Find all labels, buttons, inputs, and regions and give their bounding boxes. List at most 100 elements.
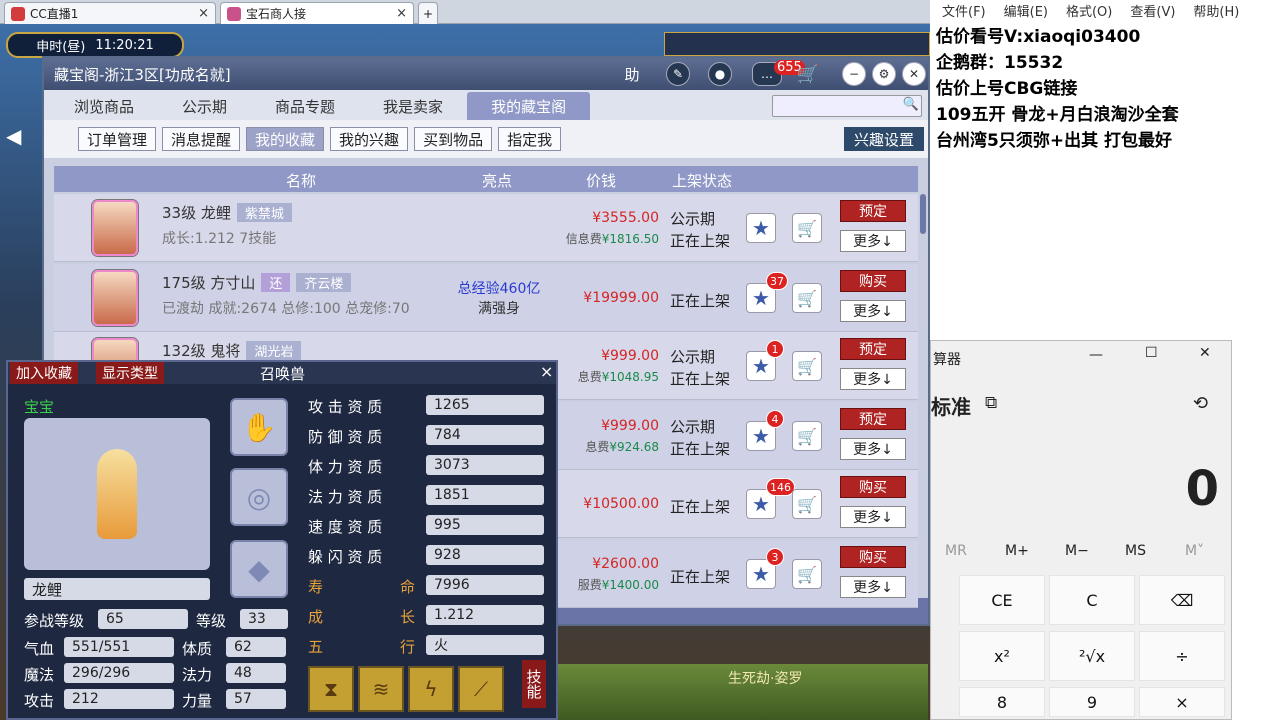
- more-button[interactable]: 更多↓: [840, 506, 906, 528]
- calc-key-divide[interactable]: ÷: [1139, 631, 1225, 681]
- equipment-slot-icon[interactable]: ✋: [230, 398, 288, 456]
- listing-fee: 息费¥1048.95: [549, 368, 659, 385]
- pet-figure: [97, 449, 137, 539]
- menu-format[interactable]: 格式(O): [1066, 1, 1112, 20]
- close-button[interactable]: ✕: [1199, 345, 1211, 361]
- listing-server-tag: 湖光岩: [246, 341, 302, 360]
- menu-view[interactable]: 查看(V): [1130, 1, 1175, 20]
- close-icon[interactable]: ×: [396, 6, 407, 21]
- listing-row[interactable]: 33级 龙鲤 紫禁城 成长:1.212 7技能 ¥3555.00 信息费¥1816.50…: [54, 194, 918, 262]
- new-tab-button[interactable]: +: [418, 2, 438, 24]
- minimize-button[interactable]: —: [1089, 347, 1103, 363]
- add-favorite-button[interactable]: 加入收藏: [10, 362, 78, 384]
- listing-details: 成长:1.212 7技能: [162, 231, 277, 247]
- skill-beast-icon[interactable]: ≋: [358, 666, 404, 712]
- listing-row[interactable]: 175级 方寸山还齐云楼 已渡劫 成就:2674 总修:100 总宠修:70 总经验…: [54, 264, 918, 332]
- skill-claw-icon[interactable]: ⟋: [458, 666, 504, 712]
- calc-key-mminus[interactable]: M−: [1065, 543, 1089, 559]
- browser-tab-merchant[interactable]: 宝石商人接 ×: [220, 2, 414, 24]
- listing-price: ¥3555.00: [592, 210, 659, 226]
- browser-tab-cc[interactable]: CC直播1 ×: [4, 2, 216, 24]
- star-icon[interactable]: ★: [746, 213, 776, 243]
- record-icon[interactable]: ●: [708, 62, 732, 86]
- calc-key-8[interactable]: 8: [959, 687, 1045, 717]
- history-icon[interactable]: ⟲: [1193, 393, 1208, 414]
- settings-icon[interactable]: ⚙: [872, 62, 896, 86]
- calc-key-c[interactable]: C: [1049, 575, 1135, 625]
- equipment-slot-icon[interactable]: ◆: [230, 540, 288, 598]
- menu-help[interactable]: 帮助(H): [1193, 1, 1239, 20]
- equipment-slot-icon[interactable]: ◎: [230, 468, 288, 526]
- listing-status: 正在上架: [670, 440, 731, 458]
- more-button[interactable]: 更多↓: [840, 300, 906, 322]
- player-status-bar: [664, 32, 930, 56]
- cart-icon[interactable]: 🛒: [792, 213, 822, 243]
- close-icon[interactable]: ×: [540, 362, 553, 381]
- tab-seller[interactable]: 我是卖家: [359, 92, 467, 120]
- interest-settings-button[interactable]: 兴趣设置: [843, 127, 924, 151]
- minimize-icon[interactable]: −: [842, 62, 866, 86]
- search-icon[interactable]: 🔍: [903, 97, 919, 112]
- cart-icon[interactable]: 🛒: [792, 351, 822, 381]
- maximize-button[interactable]: ☐: [1145, 345, 1158, 361]
- close-icon[interactable]: ✕: [902, 62, 926, 86]
- scrollbar-thumb[interactable]: [920, 194, 926, 234]
- stat-label: 法力: [182, 666, 213, 684]
- subtab-notifications[interactable]: 消息提醒: [162, 127, 241, 151]
- skill-hourglass-icon[interactable]: ⧗: [308, 666, 354, 712]
- clock-time: 11:20:21: [95, 37, 154, 53]
- more-button[interactable]: 更多↓: [840, 576, 906, 598]
- calc-key-9[interactable]: 9: [1049, 687, 1135, 717]
- listing-action-button[interactable]: 预定: [840, 338, 906, 360]
- tab-my-pavilion[interactable]: 我的藏宝阁: [467, 92, 591, 120]
- listing-action-button[interactable]: 预定: [840, 200, 906, 222]
- more-button[interactable]: 更多↓: [840, 230, 906, 252]
- listing-action-button[interactable]: 购买: [840, 270, 906, 292]
- tab-topics[interactable]: 商品专题: [251, 92, 359, 120]
- left-arrow-icon[interactable]: ◀: [6, 124, 28, 148]
- element-label-b: 行: [400, 638, 416, 656]
- calculator-window: 算器 — ☐ ✕ 标准 ⧉ ⟲ 0 MR M+ M− MS M˅ CE C ⌫ …: [930, 340, 1232, 720]
- cart-icon[interactable]: 🛒: [792, 559, 822, 589]
- menu-edit[interactable]: 编辑(E): [1004, 1, 1048, 20]
- more-button[interactable]: 更多↓: [840, 438, 906, 460]
- calc-key-mr[interactable]: MR: [945, 543, 967, 559]
- listing-action-button[interactable]: 预定: [840, 408, 906, 430]
- listing-action-button[interactable]: 购买: [840, 476, 906, 498]
- subtab-purchased[interactable]: 买到物品: [414, 127, 493, 151]
- skill-lightning-icon[interactable]: ϟ: [408, 666, 454, 712]
- tab-browse[interactable]: 浏览商品: [50, 92, 158, 120]
- cart-icon[interactable]: 🛒: [792, 283, 822, 313]
- calc-key-mlist[interactable]: M˅: [1185, 543, 1204, 559]
- calc-key-square[interactable]: x²: [959, 631, 1045, 681]
- calc-title: 算器: [933, 352, 961, 368]
- tab-public[interactable]: 公示期: [158, 92, 251, 120]
- cart-icon[interactable]: 🛒: [792, 421, 822, 451]
- help-button[interactable]: 助: [620, 62, 644, 86]
- close-icon[interactable]: ×: [198, 6, 209, 21]
- subtab-assigned[interactable]: 指定我: [498, 127, 562, 151]
- listing-action-button[interactable]: 购买: [840, 546, 906, 568]
- listing-fee: 信息费¥1816.50: [549, 230, 659, 247]
- calc-key-ce[interactable]: CE: [959, 575, 1045, 625]
- calc-key-ms[interactable]: MS: [1125, 543, 1146, 559]
- search-input[interactable]: 🔍: [772, 95, 922, 117]
- listing-avatar[interactable]: [92, 270, 138, 326]
- cart-icon[interactable]: 🛒: [792, 489, 822, 519]
- subtab-interests[interactable]: 我的兴趣: [330, 127, 409, 151]
- calc-key-multiply[interactable]: ×: [1139, 687, 1225, 717]
- calc-key-root[interactable]: ²√x: [1049, 631, 1135, 681]
- listing-fee-label: 息费: [585, 440, 610, 454]
- keep-on-top-icon[interactable]: ⧉: [985, 393, 997, 413]
- subtab-orders[interactable]: 订单管理: [78, 127, 157, 151]
- skills-button[interactable]: 技能: [522, 660, 546, 708]
- cart-icon[interactable]: 🛒: [796, 62, 820, 86]
- listing-avatar[interactable]: [92, 200, 138, 256]
- show-type-button[interactable]: 显示类型: [96, 362, 164, 384]
- more-button[interactable]: 更多↓: [840, 368, 906, 390]
- calc-key-backspace[interactable]: ⌫: [1139, 575, 1225, 625]
- calc-key-mplus[interactable]: M+: [1005, 543, 1029, 559]
- menu-file[interactable]: 文件(F): [942, 1, 986, 20]
- pencil-icon[interactable]: ✎: [666, 62, 690, 86]
- subtab-favorites[interactable]: 我的收藏: [246, 127, 325, 151]
